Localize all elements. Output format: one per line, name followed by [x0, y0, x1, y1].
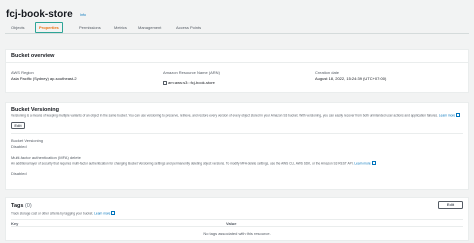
tab-properties-label: Properties [39, 25, 59, 30]
arn-label: Amazon Resource Name (ARN) [163, 70, 220, 75]
creation-date-label: Creation date [315, 70, 340, 75]
tags-edit-button[interactable]: Edit [438, 201, 463, 209]
tags-title: Tags (0) [11, 203, 32, 209]
tab-bar: Objects Properties Permissions Metrics M… [5, 22, 469, 34]
versioning-desc-1: Versioning is a means of keeping multipl… [11, 113, 386, 118]
bucket-overview-panel: Bucket overview AWS Region Asia Pacific … [5, 49, 469, 93]
arn-value: arn:aws:s3:::fcj-book-store [163, 80, 215, 85]
versioning-desc-2: user actions and application failures. [386, 113, 439, 118]
bucket-overview-title: Bucket overview [11, 53, 55, 59]
creation-date-value: August 18, 2022, 15:24:39 (UTC+07:00) [315, 76, 387, 81]
tab-objects[interactable]: Objects [11, 23, 25, 33]
tags-count: (0) [24, 203, 32, 209]
info-link[interactable]: Info [80, 13, 86, 17]
tags-col-value: Value [226, 221, 237, 226]
tab-metrics[interactable]: Metrics [114, 23, 127, 33]
arn-text: arn:aws:s3:::fcj-book-store [168, 80, 215, 85]
tags-title-text: Tags [11, 203, 24, 209]
mfa-learn-more-link[interactable]: Learn more [354, 162, 370, 166]
tags-empty-state: No tags associated with this resource. [203, 231, 271, 236]
divider [11, 133, 463, 134]
mfa-desc-text: An additional layer of security that req… [11, 161, 354, 166]
versioning-status-label: Bucket Versioning [11, 138, 44, 143]
external-link-icon [111, 211, 116, 215]
copy-icon[interactable] [163, 80, 167, 85]
tab-permissions[interactable]: Permissions [79, 23, 101, 33]
versioning-edit-button[interactable]: Edit [11, 122, 25, 129]
tags-col-key: Key [11, 221, 19, 226]
bucket-overview-header: Bucket overview [6, 50, 468, 63]
versioning-learn-more-link[interactable]: Learn more [439, 114, 455, 118]
external-link-icon [456, 113, 461, 117]
tags-table-header: Key Value [11, 219, 463, 227]
tags-panel: Tags (0) Track storage cost or other cri… [5, 197, 469, 241]
tab-properties[interactable]: Properties [35, 22, 63, 33]
bucket-versioning-description: Versioning is a means of keeping multipl… [11, 113, 461, 118]
versioning-status-value: Disabled [11, 144, 27, 149]
page-title: fcj-book-store [6, 9, 73, 20]
page-header: fcj-book-store Info [0, 0, 474, 22]
mfa-delete-value: Disabled [11, 171, 27, 176]
mfa-delete-description: An additional layer of security that req… [11, 161, 461, 166]
mfa-delete-section: Multi-factor authentication (MFA) delete… [5, 150, 469, 190]
tags-description: Track storage cost or other criteria by … [11, 211, 116, 216]
mfa-delete-label: Multi-factor authentication (MFA) delete [11, 155, 81, 160]
tab-access-points[interactable]: Access Points [176, 23, 201, 33]
tags-desc-text: Track storage cost or other criteria by … [11, 211, 94, 216]
tags-learn-more-link[interactable]: Learn more [94, 212, 110, 216]
tab-management[interactable]: Management [138, 23, 161, 33]
region-label: AWS Region [11, 70, 34, 75]
external-link-icon [371, 161, 376, 165]
region-value: Asia Pacific (Sydney) ap-southeast-2 [11, 76, 77, 81]
